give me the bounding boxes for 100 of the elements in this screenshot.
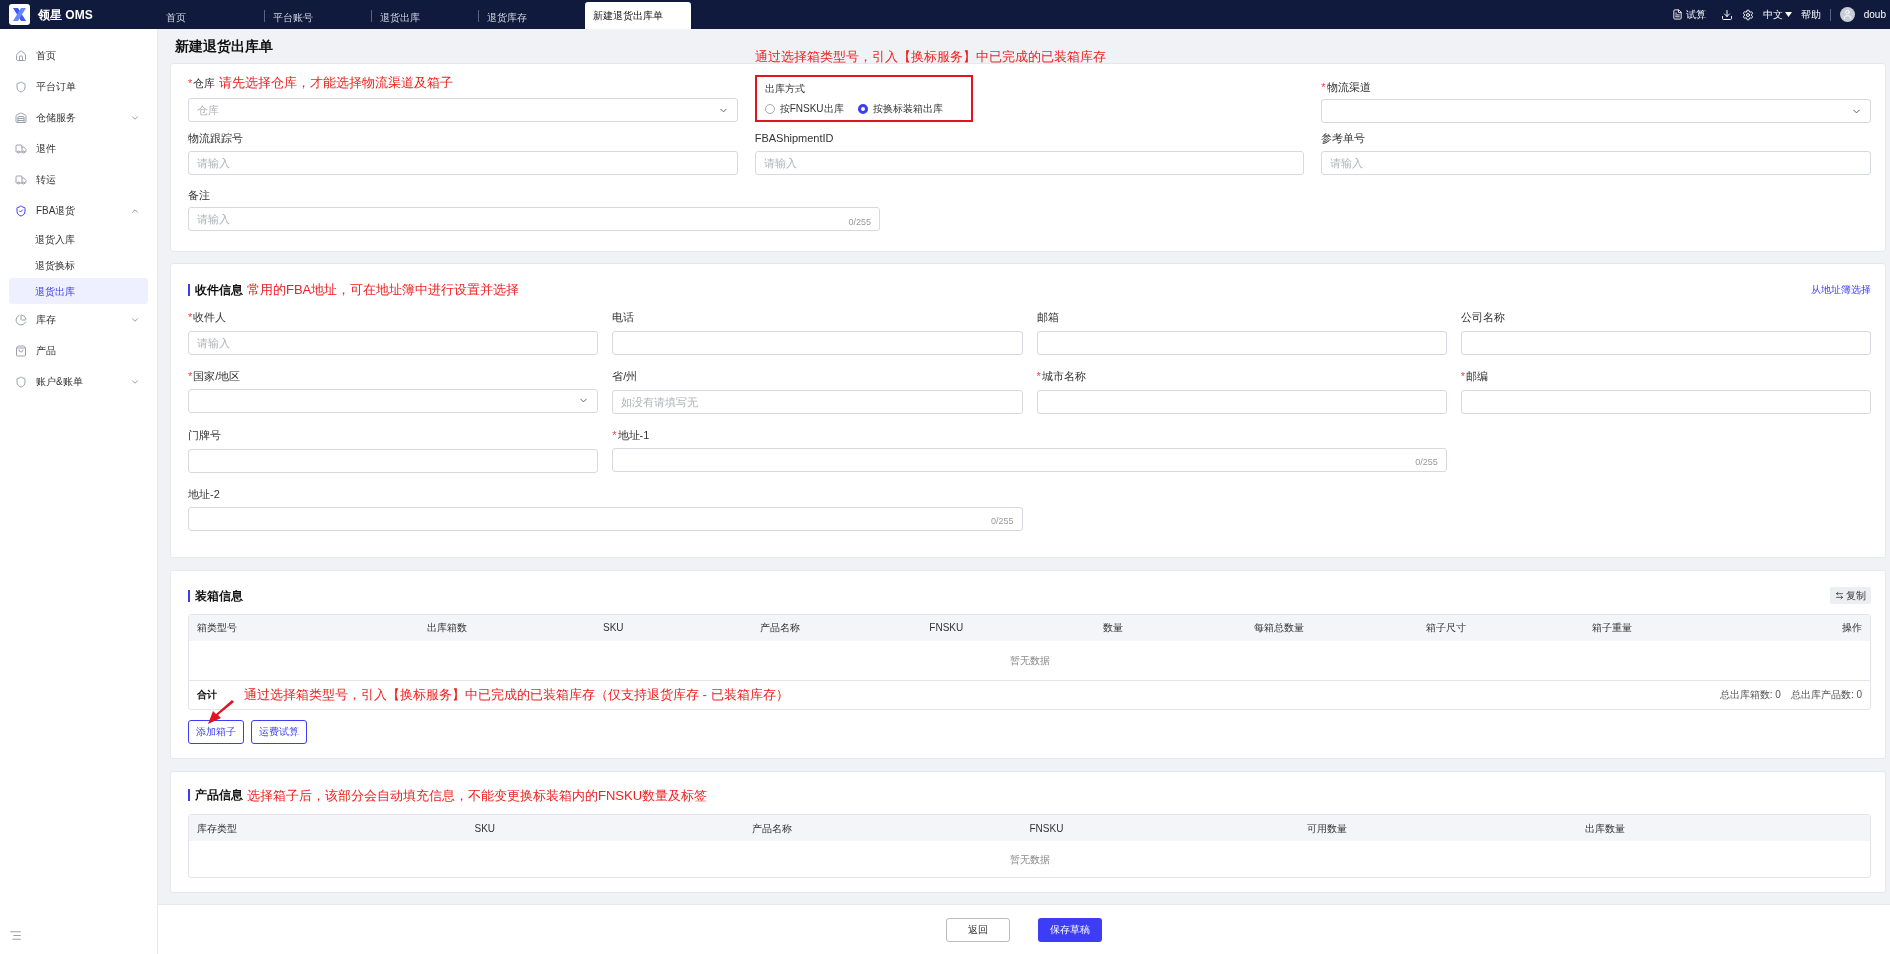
sidebar-item[interactable]: 平台订单 bbox=[9, 71, 148, 102]
menu-icon bbox=[15, 204, 27, 217]
select-field[interactable] bbox=[188, 388, 599, 413]
sidebar-item[interactable]: 仓储服务 bbox=[9, 102, 148, 133]
input-field[interactable] bbox=[1036, 389, 1447, 414]
save-draft-button[interactable]: 保存草稿 bbox=[1038, 917, 1102, 942]
sidebar-item[interactable]: 产品 bbox=[9, 335, 148, 366]
annotation-text: 请先选择仓库，才能选择物流渠道及箱子 bbox=[219, 74, 454, 93]
back-button[interactable]: 返回 bbox=[946, 917, 1010, 942]
avatar-icon[interactable] bbox=[1839, 7, 1855, 22]
collapse-menu-icon[interactable] bbox=[9, 929, 22, 942]
required-mark: * bbox=[612, 428, 617, 444]
total-value: 总出库箱数: 0 bbox=[1719, 688, 1781, 702]
column-header: 数量 bbox=[1101, 621, 1124, 635]
swap-icon bbox=[1835, 591, 1844, 600]
section-title: 装箱信息 bbox=[195, 587, 243, 605]
sidebar-item[interactable]: 退件 bbox=[9, 133, 148, 164]
page-title: 新建退货出库单 bbox=[175, 36, 273, 56]
radio-option[interactable]: 按FNSKU出库 bbox=[764, 101, 844, 116]
column-header: 箱类型号 bbox=[197, 621, 238, 635]
settings-icon[interactable] bbox=[1741, 8, 1754, 21]
sidebar-subitem[interactable]: 退货换标 bbox=[9, 252, 148, 278]
empty-message: 暂无数据 bbox=[189, 640, 1870, 681]
menu-icon bbox=[15, 375, 27, 388]
menu-icon bbox=[15, 313, 27, 326]
menu-icon bbox=[15, 173, 27, 186]
page-tab[interactable]: 退货出库 bbox=[372, 2, 478, 29]
column-header: SKU bbox=[601, 621, 625, 635]
select-field[interactable] bbox=[1321, 99, 1871, 123]
sidebar-item[interactable]: FBA退货 bbox=[9, 195, 148, 226]
field-label: 公司名称 bbox=[1460, 310, 1505, 326]
annotation-text: 选择箱子后，该部分会自动填充信息，不能变更换标装箱内的FNSKU数量及标签 bbox=[247, 786, 708, 805]
logo-icon bbox=[9, 4, 30, 25]
column-header: 箱子重量 bbox=[1591, 621, 1634, 635]
section-title: 收件信息 bbox=[195, 281, 243, 299]
input-field[interactable] bbox=[1460, 330, 1871, 355]
required-mark: * bbox=[1460, 369, 1466, 385]
column-header: 库存类型 bbox=[197, 821, 238, 836]
menu-icon bbox=[15, 49, 27, 62]
field-label: 门牌号 bbox=[188, 428, 221, 444]
field-label: 地址-2 bbox=[188, 487, 220, 503]
column-header: 操作 bbox=[1841, 621, 1862, 635]
language-button[interactable]: 中文 bbox=[1762, 7, 1792, 22]
field-label: 参考单号 bbox=[1321, 130, 1366, 146]
field-label: 收件人 bbox=[193, 310, 227, 326]
document-icon bbox=[1671, 9, 1683, 20]
field-label: 出库方式 bbox=[764, 82, 806, 96]
sidebar-item[interactable]: 转运 bbox=[9, 164, 148, 195]
column-header: 每箱总数量 bbox=[1253, 621, 1306, 635]
download-icon[interactable] bbox=[1720, 8, 1733, 21]
field-label: 仓库 bbox=[193, 75, 216, 91]
menu-icon bbox=[15, 80, 27, 93]
field-label: 地址-1 bbox=[617, 428, 650, 444]
input-field[interactable] bbox=[612, 330, 1023, 355]
annotation-text: 常用的FBA地址，可在地址簿中进行设置并选择 bbox=[247, 281, 520, 299]
input-field[interactable] bbox=[1036, 330, 1447, 355]
calc-button[interactable]: 试算 bbox=[1671, 7, 1706, 22]
menu-icon bbox=[15, 111, 27, 124]
column-header: 箱子尺寸 bbox=[1424, 621, 1467, 635]
field-label: FBAShipmentID bbox=[754, 130, 834, 146]
required-mark: * bbox=[188, 310, 193, 326]
outline-button[interactable]: 运费试算 bbox=[251, 719, 307, 744]
page-tab[interactable]: 新建退货出库单 bbox=[585, 2, 691, 29]
field-label: 邮编 bbox=[1466, 369, 1489, 385]
input-field[interactable]: 请输入 bbox=[754, 151, 1305, 175]
input-field[interactable]: 请输入 bbox=[188, 330, 599, 355]
column-header: 产品名称 bbox=[758, 621, 801, 635]
character-counter: 0/255 bbox=[1415, 456, 1438, 469]
input-field[interactable]: 如没有请填写无 bbox=[612, 389, 1023, 414]
input-field[interactable] bbox=[1460, 389, 1871, 414]
input-field[interactable]: 请输入 bbox=[188, 151, 738, 175]
total-label: 合计 bbox=[197, 688, 217, 702]
required-mark: * bbox=[188, 369, 193, 385]
sidebar-subitem[interactable]: 退货入库 bbox=[9, 226, 148, 252]
textarea-placeholder: 请输入 bbox=[197, 211, 230, 227]
column-header: FNSKU bbox=[1029, 821, 1065, 836]
total-value: 总出库产品数: 0 bbox=[1790, 688, 1862, 702]
arrow-icon bbox=[206, 699, 236, 726]
field-label: 邮箱 bbox=[1036, 310, 1059, 326]
help-link[interactable]: 帮助 bbox=[1800, 7, 1821, 22]
outline-button[interactable]: 添加箱子 bbox=[188, 719, 244, 744]
user-name[interactable]: doub bbox=[1863, 7, 1886, 22]
sidebar-subitem[interactable]: 退货出库 bbox=[9, 278, 148, 304]
sidebar-item[interactable]: 首页 bbox=[9, 40, 148, 71]
page-tab[interactable]: 退货库存 bbox=[479, 2, 585, 29]
field-label: 城市名称 bbox=[1041, 369, 1086, 385]
input-field[interactable]: 请输入 bbox=[1321, 151, 1871, 175]
page-tab[interactable]: 首页 bbox=[158, 2, 264, 29]
annotation-text: 通过选择箱类型号，引入【换标服务】中已完成的已装箱库存 bbox=[754, 48, 1106, 66]
page-tab[interactable]: 平台账号 bbox=[265, 2, 371, 29]
address-book-link[interactable]: 从地址簿选择 bbox=[1811, 282, 1871, 298]
input-field[interactable] bbox=[188, 448, 599, 473]
column-header: 可用数量 bbox=[1307, 821, 1348, 836]
radio-option[interactable]: 按换标装箱出库 bbox=[857, 101, 943, 116]
select-placeholder: 仓库 bbox=[197, 102, 219, 118]
copy-button[interactable]: 复制 bbox=[1830, 587, 1871, 604]
sidebar-item[interactable]: 库存 bbox=[9, 304, 148, 335]
sidebar-item[interactable]: 账户&账单 bbox=[9, 366, 148, 397]
required-mark: * bbox=[188, 75, 193, 91]
column-header: 出库箱数 bbox=[425, 621, 468, 635]
